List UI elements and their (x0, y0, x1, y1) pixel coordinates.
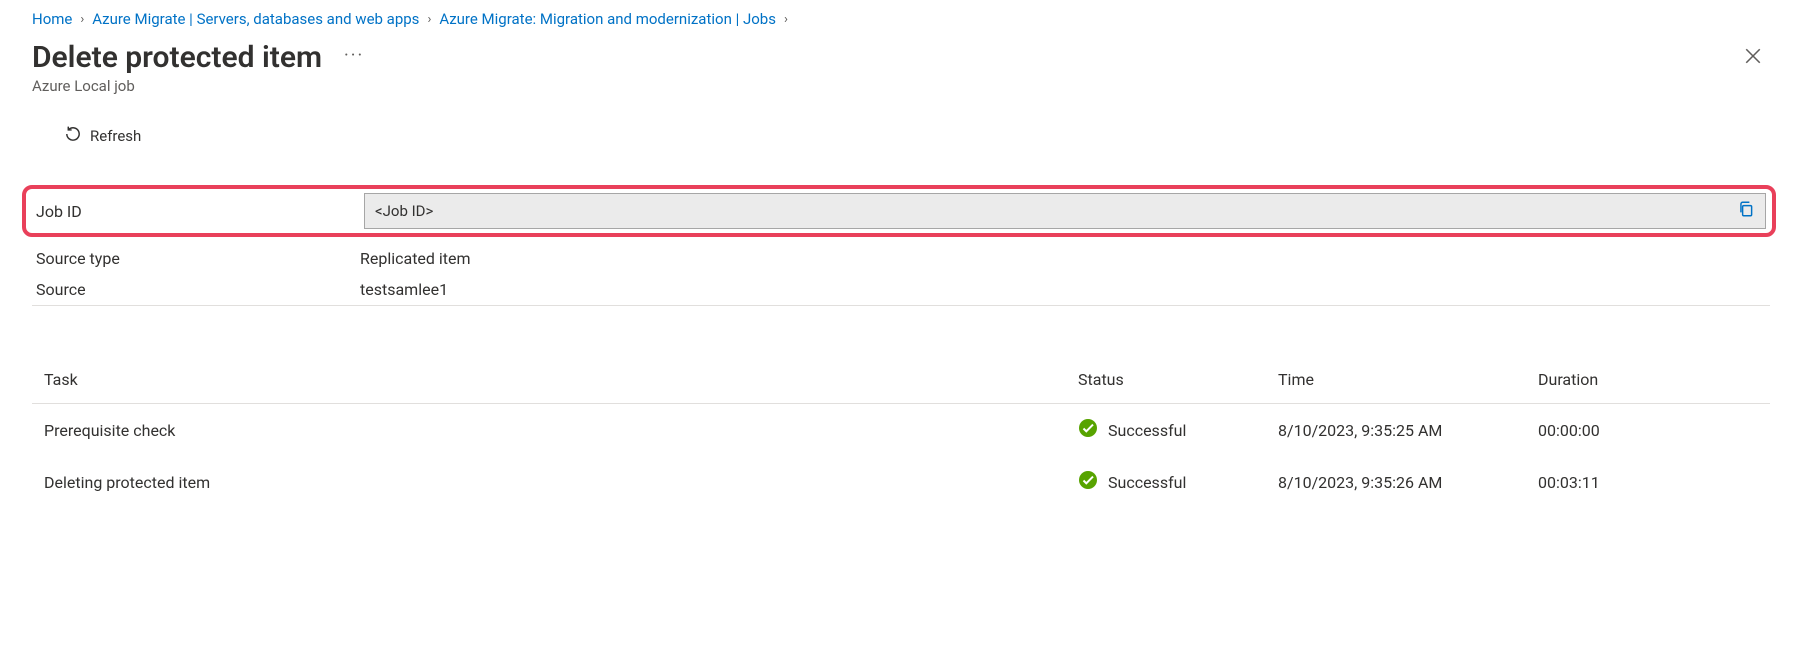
more-actions-button[interactable]: ··· (344, 45, 364, 70)
source-type-value: Replicated item (360, 249, 471, 268)
tasks-header-row: Task Status Time Duration (32, 356, 1770, 404)
copy-button[interactable] (1733, 198, 1759, 224)
success-icon (1078, 418, 1098, 442)
task-name: Prerequisite check (44, 421, 1078, 440)
breadcrumb-migration-jobs[interactable]: Azure Migrate: Migration and modernizati… (439, 10, 776, 28)
col-time: Time (1278, 370, 1538, 389)
job-properties: Source type Replicated item Source tests… (32, 243, 1770, 306)
breadcrumb: Home › Azure Migrate | Servers, database… (0, 10, 1798, 40)
task-time: 8/10/2023, 9:35:26 AM (1278, 473, 1538, 492)
chevron-right-icon: › (427, 12, 431, 27)
source-label: Source (32, 280, 360, 299)
job-id-value: <Job ID> (375, 202, 1733, 220)
col-status: Status (1078, 370, 1278, 389)
chevron-right-icon: › (80, 12, 84, 27)
task-time: 8/10/2023, 9:35:25 AM (1278, 421, 1538, 440)
table-row: Deleting protected item Successful 8/10/… (32, 456, 1770, 508)
refresh-button[interactable]: Refresh (0, 95, 1798, 161)
task-duration: 00:00:00 (1538, 421, 1758, 440)
table-row: Prerequisite check Successful 8/10/2023,… (32, 404, 1770, 456)
job-id-field[interactable]: <Job ID> (364, 193, 1766, 229)
col-task: Task (44, 370, 1078, 389)
breadcrumb-home[interactable]: Home (32, 10, 72, 28)
job-id-highlight: Job ID <Job ID> (22, 185, 1776, 237)
tasks-table: Task Status Time Duration Prerequisite c… (32, 356, 1770, 508)
breadcrumb-migrate-servers[interactable]: Azure Migrate | Servers, databases and w… (92, 10, 419, 28)
chevron-right-icon: › (784, 12, 788, 27)
copy-icon (1737, 200, 1755, 218)
source-value: testsamlee1 (360, 280, 448, 299)
page-title: Delete protected item (32, 40, 322, 75)
refresh-icon (64, 125, 82, 147)
refresh-label: Refresh (90, 127, 141, 145)
source-type-label: Source type (32, 249, 360, 268)
job-id-label: Job ID (32, 202, 364, 221)
close-button[interactable] (1736, 42, 1770, 74)
page-subtitle: Azure Local job (0, 75, 1798, 95)
task-name: Deleting protected item (44, 473, 1078, 492)
success-icon (1078, 470, 1098, 494)
task-status: Successful (1108, 421, 1186, 440)
col-duration: Duration (1538, 370, 1758, 389)
task-status: Successful (1108, 473, 1186, 492)
close-icon (1744, 47, 1762, 65)
task-duration: 00:03:11 (1538, 473, 1758, 492)
